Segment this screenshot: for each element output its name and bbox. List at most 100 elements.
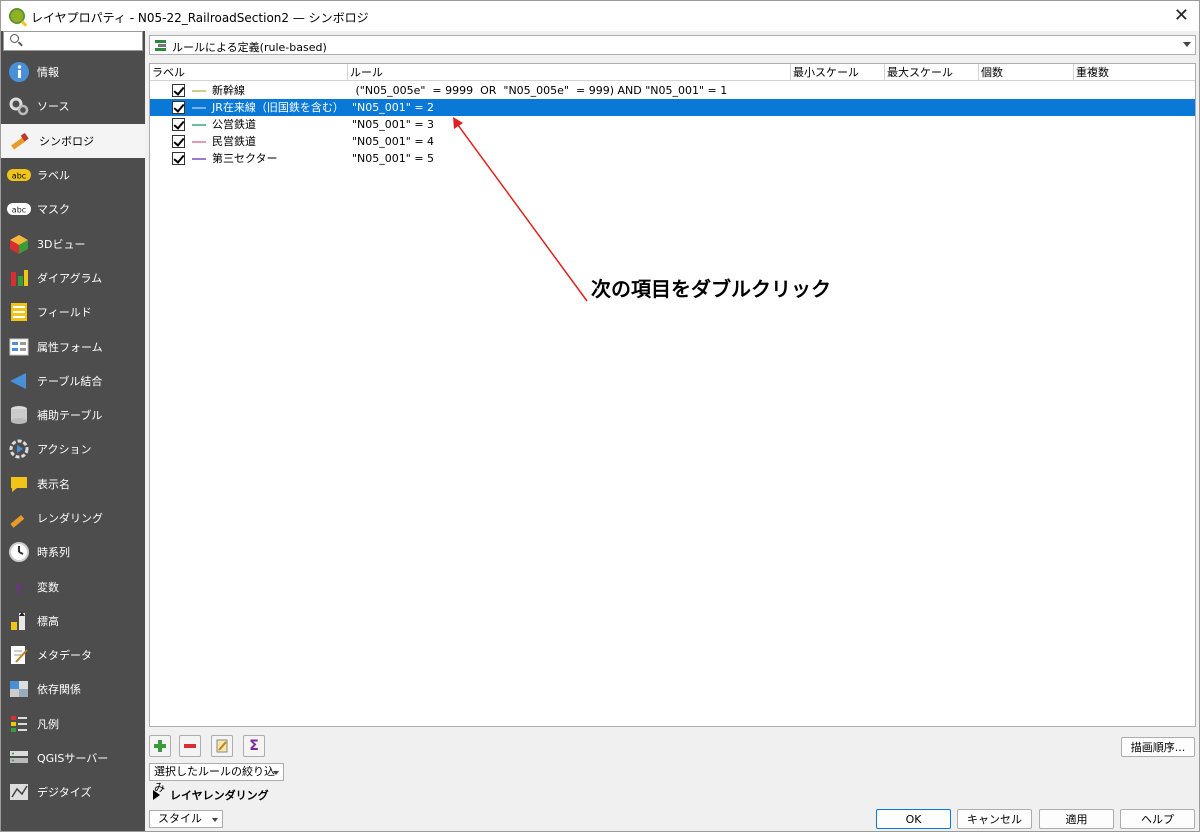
apply-button[interactable]: 適用 [1039, 809, 1114, 829]
rule-expression: "N05_001" = 3 [352, 118, 435, 131]
sidebar-item-auxiliary-storage[interactable]: 補助テーブル [1, 398, 145, 432]
add-rule-button[interactable] [149, 735, 171, 757]
line-symbol-icon [192, 141, 206, 143]
line-symbol-icon [192, 107, 206, 109]
rule-checkbox[interactable] [172, 84, 185, 97]
tree-header: ラベル ルール 最小スケール 最大スケール 個数 重複数 [150, 64, 1195, 81]
sidebar-item-fields[interactable]: フィールド [1, 295, 145, 329]
sidebar-item-label: QGISサーバー [37, 752, 109, 766]
sidebar-item-symbology[interactable]: シンボロジ [1, 123, 145, 158]
chevron-down-icon [273, 771, 279, 775]
sidebar-nav: 情報 ソース シンボロジ abc ラベル abc マスク 3Dビュー ダイアグラム フィールド属性… [1, 55, 145, 810]
column-header-max-scale[interactable]: 最大スケール [885, 64, 979, 81]
sidebar-item-metadata[interactable]: メタデータ [1, 638, 145, 672]
rule-label: JR在来線（旧国鉄を含む） [212, 101, 344, 114]
sidebar-item-qgis-server[interactable]: QGISサーバー [1, 741, 145, 775]
sidebar-item-label: テーブル結合 [37, 374, 103, 388]
column-header-min-scale[interactable]: 最小スケール [791, 64, 885, 81]
sidebar-item-variables[interactable]: ε 変数 [1, 569, 145, 603]
sidebar-item-mask[interactable]: abc マスク [1, 192, 145, 226]
column-header-rule[interactable]: ルール [348, 64, 791, 81]
sidebar-item-rendering[interactable]: レンダリング [1, 501, 145, 535]
table-row[interactable]: 新幹線 ("N05_005e" = 9999 OR "N05_005e" = 9… [150, 82, 1195, 99]
edit-rule-button[interactable] [211, 735, 233, 757]
table-row[interactable]: 公営鉄道 "N05_001" = 3 [150, 116, 1195, 133]
renderer-dropdown[interactable]: ルールによる定義(rule-based) [149, 35, 1196, 55]
column-header-label[interactable]: ラベル [150, 64, 348, 81]
table-row[interactable]: 第三セクター "N05_001" = 5 [150, 150, 1195, 167]
filter-rules-dropdown[interactable]: 選択したルールの絞り込み [149, 763, 284, 794]
rules-tree[interactable]: ラベル ルール 最小スケール 最大スケール 個数 重複数 新幹線 ("N05_0… [149, 63, 1196, 727]
svg-text:abc: abc [12, 172, 26, 181]
sidebar-item-label: 補助テーブル [37, 409, 103, 423]
line-symbol-icon [192, 158, 206, 160]
mask-icon: abc [7, 198, 31, 220]
sidebar-item-elevation[interactable]: 標高 [1, 604, 145, 638]
rule-checkbox[interactable] [172, 118, 185, 131]
layer-properties-dialog: レイヤプロパティ - N05-22_RailroadSection2 — シンボ… [0, 0, 1200, 832]
temporal-icon [7, 541, 31, 563]
column-header-count[interactable]: 個数 [979, 64, 1074, 81]
add-rule-icon [154, 740, 166, 752]
sidebar-item-dependencies[interactable]: 依存関係 [1, 672, 145, 706]
rule-checkbox[interactable] [172, 152, 185, 165]
rule-checkbox[interactable] [172, 135, 185, 148]
diagram-icon [7, 267, 31, 289]
svg-text:ε: ε [15, 578, 24, 598]
renderer-label: ルールによる定義(rule-based) [172, 41, 327, 54]
sidebar-item-attribute-form[interactable]: 属性フォーム [1, 329, 145, 363]
table-row[interactable]: JR在来線（旧国鉄を含む） "N05_001" = 2 [150, 99, 1195, 116]
remove-rule-button[interactable] [179, 735, 201, 757]
cancel-button[interactable]: キャンセル [957, 809, 1032, 829]
ok-button[interactable]: OK [876, 809, 951, 829]
fields-icon [7, 301, 31, 323]
sidebar-item-label: 標高 [37, 614, 59, 628]
rule-expression: ("N05_005e" = 9999 OR "N05_005e" = 999) … [352, 84, 728, 97]
sum-icon[interactable]: Σ [243, 735, 265, 757]
labels-icon: abc [7, 164, 31, 186]
rule-based-icon [155, 40, 166, 51]
rule-label: 新幹線 [212, 84, 245, 97]
remove-rule-icon [184, 744, 196, 748]
qgis-logo-icon [9, 8, 25, 24]
sidebar-item-legend[interactable]: 凡例 [1, 707, 145, 741]
chevron-down-icon [1183, 42, 1191, 47]
sidebar-item-info[interactable]: 情報 [1, 55, 145, 89]
qgis-server-icon [7, 747, 31, 769]
search-icon [10, 34, 19, 43]
close-icon[interactable]: ✕ [1174, 5, 1189, 26]
variables-icon: ε [7, 576, 31, 598]
digitizing-icon [7, 781, 31, 803]
rule-expression: "N05_001" = 2 [352, 101, 435, 114]
sidebar-item-digitizing[interactable]: デジタイズ [1, 775, 145, 809]
rule-expression: "N05_001" = 4 [352, 135, 435, 148]
sidebar-item-3d-view[interactable]: 3Dビュー [1, 226, 145, 260]
rule-checkbox[interactable] [172, 101, 185, 114]
search-input[interactable] [3, 31, 143, 51]
window-title: レイヤプロパティ - N05-22_RailroadSection2 — シンボ… [31, 11, 369, 25]
sidebar-item-label: 属性フォーム [37, 340, 103, 354]
symbology-panel: ルールによる定義(rule-based) ラベル ルール 最小スケール 最大スケ… [147, 31, 1199, 831]
layer-rendering-section[interactable]: レイヤレンダリング [153, 787, 269, 803]
line-symbol-icon [192, 90, 206, 92]
sidebar-item-diagram[interactable]: ダイアグラム [1, 261, 145, 295]
sidebar-item-label: デジタイズ [37, 786, 92, 800]
style-dropdown[interactable]: スタイル [149, 810, 223, 828]
sidebar-item-label: 表示名 [37, 477, 70, 491]
rendering-order-button[interactable]: 描画順序... [1121, 737, 1195, 757]
sidebar-item-labels[interactable]: abc ラベル [1, 158, 145, 192]
help-button[interactable]: ヘルプ [1120, 809, 1195, 829]
dependencies-icon [7, 678, 31, 700]
sidebar-item-temporal[interactable]: 時系列 [1, 535, 145, 569]
table-row[interactable]: 民営鉄道 "N05_001" = 4 [150, 133, 1195, 150]
sidebar-item-joins[interactable]: テーブル結合 [1, 364, 145, 398]
sidebar-item-actions[interactable]: アクション [1, 432, 145, 466]
sidebar-item-label: レンダリング [37, 512, 103, 525]
annotation-text: 次の項目をダブルクリック [591, 277, 831, 301]
column-header-duplicate-count[interactable]: 重複数 [1074, 64, 1194, 81]
rule-label: 第三セクター [212, 152, 278, 165]
chevron-down-icon [212, 818, 218, 822]
rule-expression: "N05_001" = 5 [352, 152, 435, 165]
sidebar-item-source[interactable]: ソース [1, 89, 145, 123]
sidebar-item-display[interactable]: 表示名 [1, 467, 145, 501]
